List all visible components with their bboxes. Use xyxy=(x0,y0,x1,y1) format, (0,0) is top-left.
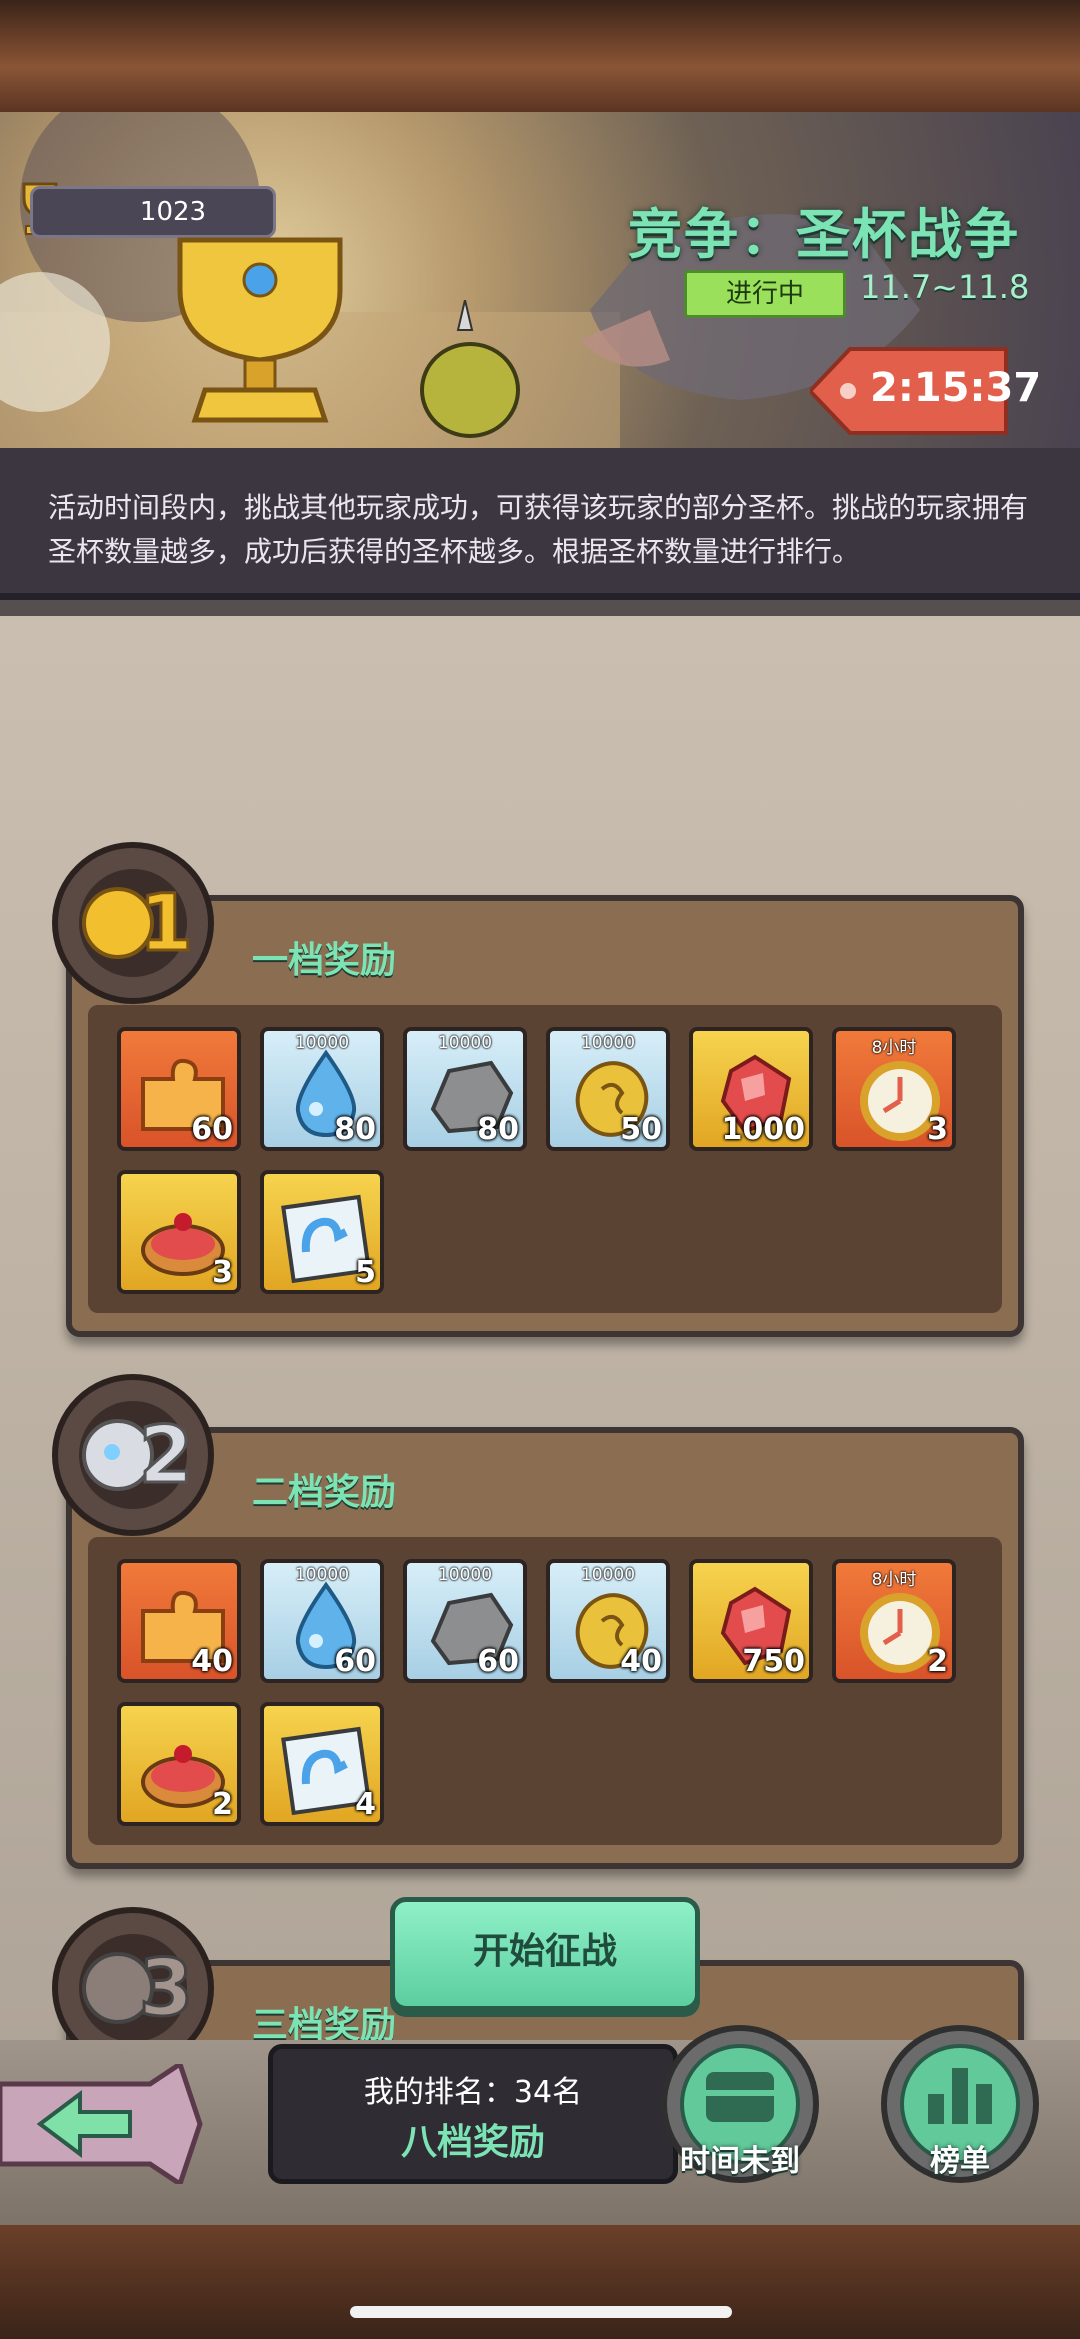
tier-number: 1 xyxy=(139,879,193,969)
reward-item[interactable]: 60 xyxy=(117,1027,241,1151)
reward-item[interactable]: 10000 60 xyxy=(260,1559,384,1683)
countdown-tag: 2:15:37 xyxy=(810,345,1042,437)
reward-item[interactable]: 40 xyxy=(117,1559,241,1683)
item-count: 60 xyxy=(334,1644,376,1679)
event-description: 活动时间段内，挑战其他玩家成功，可获得该玩家的部分圣杯。挑战的玩家拥有圣杯数量越… xyxy=(48,491,1029,568)
golden-chalice-icon xyxy=(150,220,370,430)
reward-item[interactable]: 10000 60 xyxy=(403,1559,527,1683)
item-top-label: 10000 xyxy=(437,1033,493,1053)
item-count: 60 xyxy=(191,1112,233,1147)
reward-item[interactable]: 10000 50 xyxy=(546,1027,670,1151)
claim-reward-label: 时间未到 xyxy=(680,2144,800,2179)
reward-item[interactable]: 3 xyxy=(117,1170,241,1294)
item-count: 60 xyxy=(477,1644,519,1679)
item-top-label: 8小时 xyxy=(871,1038,917,1058)
leaderboard-label: 榜单 xyxy=(930,2144,990,2179)
top-wood-frame xyxy=(0,0,1080,118)
claim-reward-button[interactable]: 时间未到 xyxy=(660,2024,820,2184)
item-top-label: 10000 xyxy=(580,1033,636,1053)
item-count: 40 xyxy=(620,1644,662,1679)
event-date-range: 11.7~11.8 xyxy=(860,268,1030,306)
item-count: 3 xyxy=(212,1255,233,1290)
item-top-label: 10000 xyxy=(294,1565,350,1585)
reward-item[interactable]: 10000 80 xyxy=(403,1027,527,1151)
tier-1-gear-badge-icon: 1 xyxy=(48,838,218,1008)
rank-box: 我的排名：34名 八档奖励 xyxy=(268,2044,678,2184)
reward-item[interactable]: 8小时 2 xyxy=(832,1559,956,1683)
item-count: 750 xyxy=(742,1644,805,1679)
status-badge: 进行中 xyxy=(684,270,846,318)
item-top-label: 10000 xyxy=(580,1565,636,1585)
event-title: 竞争：圣杯战争 xyxy=(628,203,1020,266)
home-indicator[interactable] xyxy=(350,2306,732,2318)
bottom-wood-frame xyxy=(0,2225,1080,2339)
item-count: 1000 xyxy=(721,1112,806,1147)
tier-title: 一档奖励 xyxy=(252,940,397,981)
tier-number: 2 xyxy=(139,1411,193,1501)
start-battle-button[interactable]: 开始征战 xyxy=(390,1897,700,2011)
my-rank: 我的排名：34名 xyxy=(363,2075,583,2110)
reward-item[interactable]: 8小时 3 xyxy=(832,1027,956,1151)
item-top-label: 10000 xyxy=(437,1565,493,1585)
leaderboard-button[interactable]: 榜单 xyxy=(880,2024,1040,2184)
back-arrow-icon[interactable] xyxy=(0,2060,220,2188)
item-count: 4 xyxy=(355,1787,376,1822)
item-count: 2 xyxy=(927,1644,948,1679)
tier-title: 二档奖励 xyxy=(252,1472,397,1513)
item-count: 50 xyxy=(620,1112,662,1147)
item-count: 80 xyxy=(334,1112,376,1147)
reward-item[interactable]: 10000 40 xyxy=(546,1559,670,1683)
item-count: 40 xyxy=(191,1644,233,1679)
reward-item[interactable]: 750 xyxy=(689,1559,813,1683)
item-count: 80 xyxy=(477,1112,519,1147)
grenade-icon xyxy=(410,299,530,440)
reward-item[interactable]: 4 xyxy=(260,1702,384,1826)
reward-item[interactable]: 5 xyxy=(260,1170,384,1294)
item-top-label: 10000 xyxy=(294,1033,350,1053)
item-count: 5 xyxy=(355,1255,376,1290)
countdown-timer: 2:15:37 xyxy=(870,365,1042,411)
rank-reward-tier: 八档奖励 xyxy=(400,2122,545,2163)
tier-2-gear-badge-icon: 2 xyxy=(48,1370,218,1540)
reward-item[interactable]: 10000 80 xyxy=(260,1027,384,1151)
divider xyxy=(0,600,1080,616)
item-count: 2 xyxy=(212,1787,233,1822)
reward-item[interactable]: 1000 xyxy=(689,1027,813,1151)
item-top-label: 8小时 xyxy=(871,1570,917,1590)
item-count: 3 xyxy=(927,1112,948,1147)
reward-item[interactable]: 2 xyxy=(117,1702,241,1826)
tier-number: 3 xyxy=(139,1944,193,2034)
